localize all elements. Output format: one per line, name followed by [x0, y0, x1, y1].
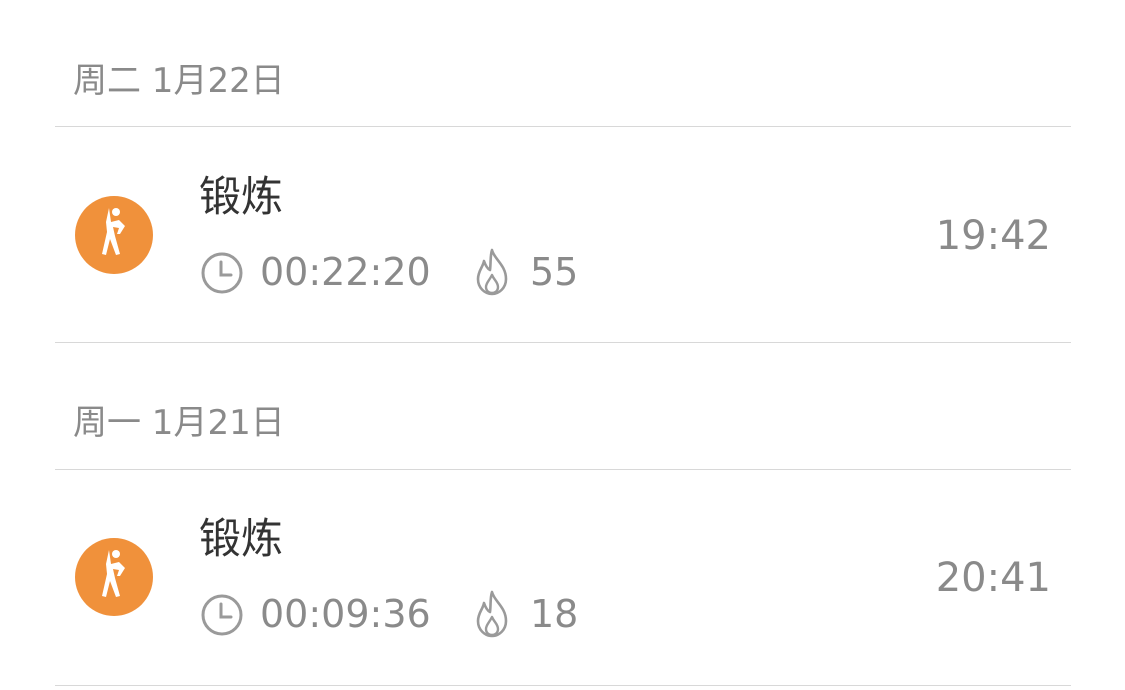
- duration-value: 00:22:20: [260, 250, 431, 294]
- calories-value: 55: [530, 250, 579, 294]
- divider: [55, 685, 1071, 686]
- record-time: 20:41: [935, 555, 1051, 601]
- clock-icon: [201, 252, 243, 294]
- clock-icon: [201, 594, 243, 636]
- duration-value: 00:09:36: [260, 592, 431, 636]
- divider: [55, 342, 1071, 343]
- date-header: 周二 1月22日: [73, 61, 285, 101]
- exercise-icon: [75, 538, 153, 616]
- flame-icon: [476, 248, 508, 296]
- workout-record-row[interactable]: 锻炼 00:22:20 55 19:42: [0, 127, 1125, 342]
- record-title: 锻炼: [199, 172, 284, 221]
- record-time: 19:42: [935, 213, 1051, 259]
- exercise-icon: [75, 196, 153, 274]
- record-title: 锻炼: [199, 514, 284, 563]
- calories-value: 18: [530, 592, 579, 636]
- workout-record-row[interactable]: 锻炼 00:09:36 18 20:41: [0, 469, 1125, 684]
- date-header: 周一 1月21日: [73, 403, 285, 443]
- flame-icon: [476, 590, 508, 638]
